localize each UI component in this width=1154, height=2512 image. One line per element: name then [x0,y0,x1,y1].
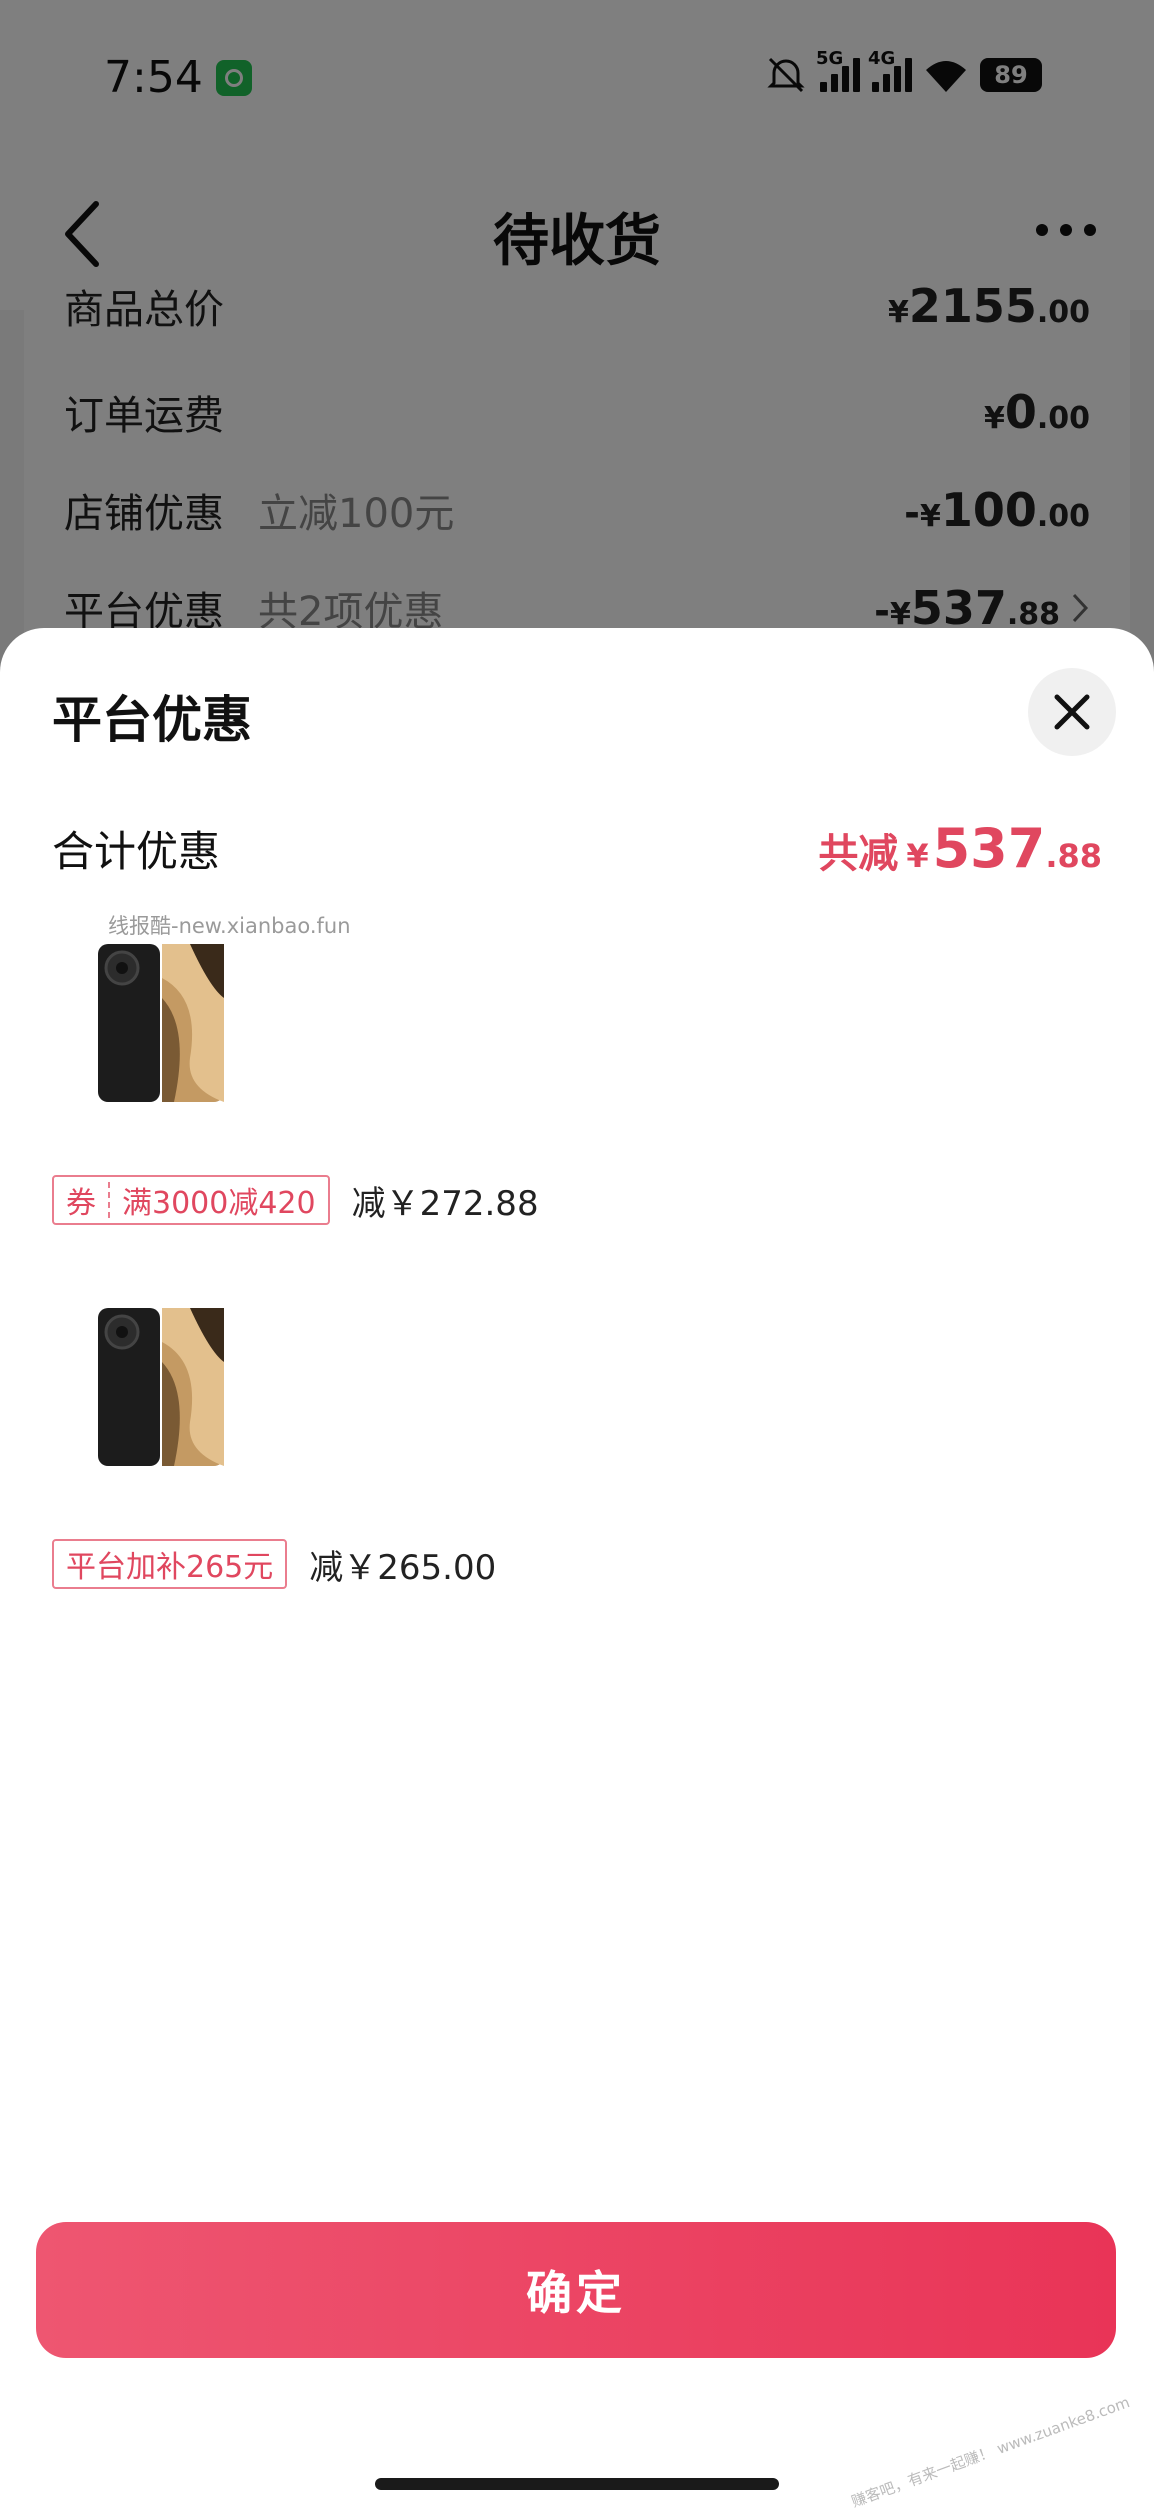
total-discount-amount: 共减 ¥ 537 .88 [818,816,1102,880]
total-discount-row: 合计优惠 共减 ¥ 537 .88 [52,808,1102,888]
platform-discount-sheet: 平台优惠 合计优惠 共减 ¥ 537 .88 线报酷-new.xianbao.f… [0,628,1154,2512]
coupon-discount-amount: 减￥272.88 [351,1183,539,1224]
home-indicator[interactable] [375,2478,779,2490]
subsidy-discount-amount: 减￥265.00 [309,1547,497,1588]
coupon-tag-rule: 满3000减420 [122,1186,316,1221]
confirm-button[interactable]: 确定 [36,2222,1116,2358]
watermark-text: 线报酷-new.xianbao.fun [108,914,351,938]
coupon-tag: 券 满3000减420 [52,1175,330,1225]
product-image [98,1308,224,1466]
sheet-title: 平台优惠 [52,691,252,749]
close-icon [1054,694,1090,730]
subsidy-tag: 平台加补265元 [52,1539,288,1589]
subsidy-discount-row: 平台加补265元 减￥265.00 [52,1538,496,1590]
close-button[interactable] [1028,668,1116,756]
total-discount-label: 合计优惠 [52,826,221,876]
modal-backdrop[interactable] [0,0,1154,700]
product-image [98,944,224,1102]
coupon-discount-row: 券 满3000减420 减￥272.88 [52,1174,539,1226]
coupon-tag-type: 券 [66,1186,96,1221]
